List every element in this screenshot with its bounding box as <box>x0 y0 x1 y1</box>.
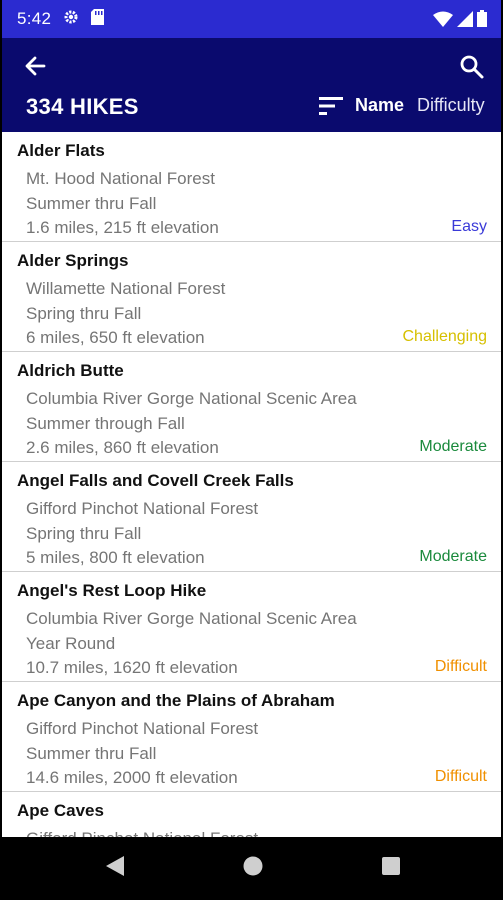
search-icon[interactable] <box>457 52 487 82</box>
hike-season: Summer thru Fall <box>26 194 157 213</box>
hike-season: Year Round <box>26 634 116 653</box>
hike-forest: Gifford Pinchot National Forest <box>26 829 258 837</box>
wifi-icon <box>433 11 453 32</box>
sort-by-difficulty-button[interactable]: Difficulty <box>417 95 485 116</box>
status-time: 5:42 <box>17 9 52 28</box>
sd-card-icon <box>91 8 105 30</box>
hike-forest: Gifford Pinchot National Forest <box>26 719 259 738</box>
hike-distance-elevation: 2.6 miles, 860 ft elevation <box>26 438 219 457</box>
hike-difficulty-badge: Moderate <box>419 438 487 455</box>
settings-gear-icon <box>63 9 79 30</box>
hike-season: Summer through Fall <box>26 414 185 433</box>
hike-forest: Columbia River Gorge National Scenic Are… <box>26 389 357 408</box>
hike-name: Aldrich Butte <box>17 361 124 380</box>
hike-list: Alder Flats Mt. Hood National Forest Sum… <box>2 132 501 837</box>
hike-distance-elevation: 10.7 miles, 1620 ft elevation <box>26 658 238 677</box>
nav-home-icon[interactable] <box>241 854 265 883</box>
hike-list-item[interactable]: Ape Canyon and the Plains of Abraham Gif… <box>2 682 501 792</box>
cell-signal-icon <box>457 10 473 32</box>
hike-season: Spring thru Fall <box>26 524 142 543</box>
hike-distance-elevation: 5 miles, 800 ft elevation <box>26 548 205 567</box>
hike-forest: Mt. Hood National Forest <box>26 169 215 188</box>
hike-distance-elevation: 1.6 miles, 215 ft elevation <box>26 218 219 237</box>
hike-difficulty-badge: Challenging <box>402 328 487 345</box>
hike-forest: Gifford Pinchot National Forest <box>26 499 259 518</box>
hike-list-item[interactable]: Angel's Rest Loop Hike Columbia River Go… <box>2 572 501 682</box>
hike-difficulty-badge: Difficult <box>434 658 487 675</box>
hike-name: Ape Caves <box>17 801 104 820</box>
app-bar: 334 HIKES Name Difficulty <box>2 38 501 132</box>
hike-season: Summer thru Fall <box>26 744 157 763</box>
hike-forest: Columbia River Gorge National Scenic Are… <box>26 609 357 628</box>
battery-icon <box>477 10 487 32</box>
hike-name: Angel Falls and Covell Creek Falls <box>17 471 294 490</box>
hike-name: Alder Springs <box>17 251 129 270</box>
back-arrow-icon[interactable] <box>22 52 50 80</box>
hike-list-item[interactable]: Alder Flats Mt. Hood National Forest Sum… <box>2 132 501 242</box>
hike-distance-elevation: 14.6 miles, 2000 ft elevation <box>26 768 238 787</box>
status-bar: 5:42 <box>2 0 501 38</box>
app-screen: 5:42 334 HIKES Name Difficulty Alder Fla… <box>2 0 501 900</box>
nav-recents-icon[interactable] <box>380 854 402 883</box>
sort-by-name-button[interactable]: Name <box>355 95 404 116</box>
system-nav-bar <box>2 837 501 900</box>
hike-list-item[interactable]: Angel Falls and Covell Creek Falls Giffo… <box>2 462 501 572</box>
nav-back-icon[interactable] <box>104 854 126 883</box>
hike-list-item[interactable]: Ape Caves Gifford Pinchot National Fores… <box>2 792 501 837</box>
sort-icon[interactable] <box>319 96 345 116</box>
hike-list-item[interactable]: Aldrich Butte Columbia River Gorge Natio… <box>2 352 501 462</box>
hike-name: Ape Canyon and the Plains of Abraham <box>17 691 335 710</box>
hike-name: Angel's Rest Loop Hike <box>17 581 207 600</box>
hike-difficulty-badge: Moderate <box>419 548 487 565</box>
hike-difficulty-badge: Easy <box>451 218 487 235</box>
hike-forest: Willamette National Forest <box>26 279 226 298</box>
hike-list-item[interactable]: Alder Springs Willamette National Forest… <box>2 242 501 352</box>
hike-season: Spring thru Fall <box>26 304 142 323</box>
hike-difficulty-badge: Difficult <box>434 768 487 785</box>
hike-distance-elevation: 6 miles, 650 ft elevation <box>26 328 205 347</box>
hike-count-title: 334 HIKES <box>26 94 139 119</box>
hike-name: Alder Flats <box>17 141 105 160</box>
